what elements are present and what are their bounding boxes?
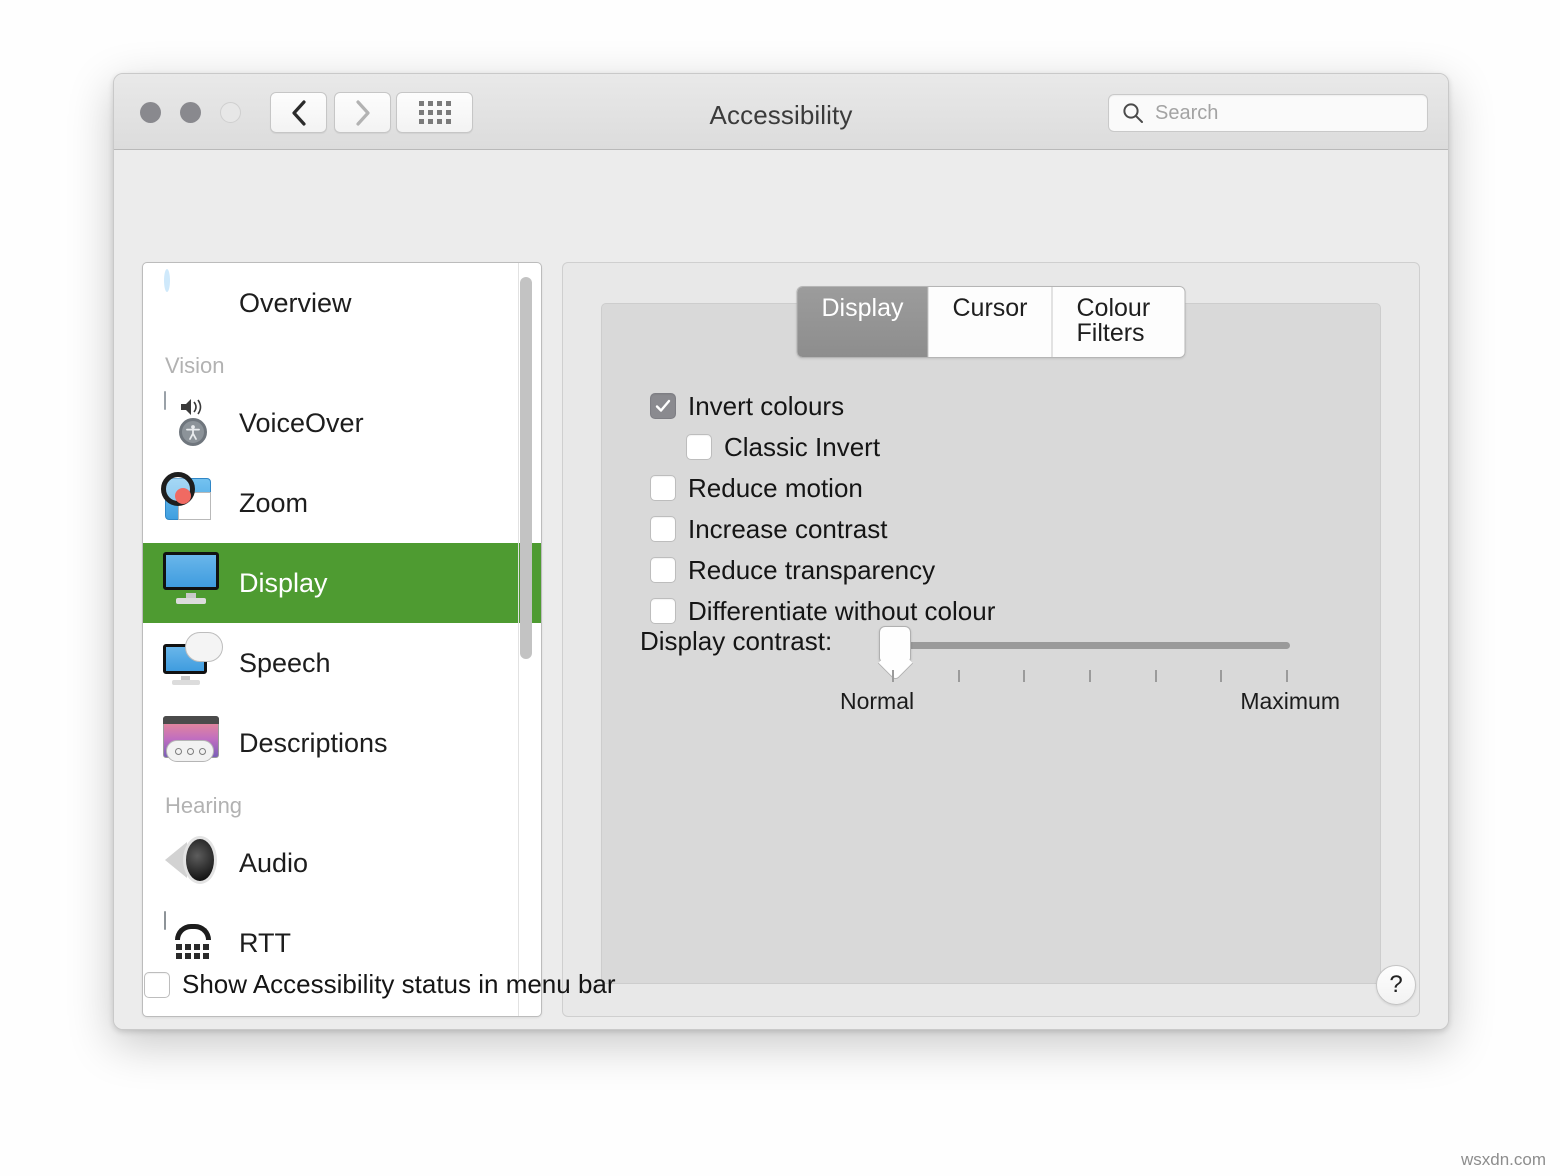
sidebar-group-hearing: Hearing — [143, 783, 541, 823]
sidebar-scrollbar-thumb[interactable] — [520, 277, 532, 659]
sidebar-item-descriptions[interactable]: Descriptions — [143, 703, 541, 783]
display-contrast-tick-marks — [892, 670, 1288, 682]
checkbox-row-reduce-motion[interactable]: Reduce motion — [650, 472, 995, 504]
checkbox-label: Invert colours — [688, 391, 844, 422]
checkbox-label: Differentiate without colour — [688, 596, 995, 627]
sidebar-list: Overview Vision — [143, 263, 541, 1016]
checkbox-label: Classic Invert — [724, 432, 880, 463]
classic-invert-checkbox[interactable] — [686, 434, 712, 460]
voiceover-icon — [161, 392, 223, 454]
sidebar-item-label: Speech — [239, 648, 331, 679]
increase-contrast-checkbox[interactable] — [650, 516, 676, 542]
tab-display[interactable]: Display — [798, 287, 929, 357]
window-body: Overview Vision — [114, 150, 1448, 1030]
sidebar-item-label: Display — [239, 568, 328, 599]
accessibility-sidebar: Overview Vision — [142, 262, 542, 1017]
slider-min-label: Normal — [840, 688, 914, 715]
sidebar-item-label: VoiceOver — [239, 408, 364, 439]
sidebar-scrollbar[interactable] — [519, 263, 535, 1016]
checkbox-label: Increase contrast — [688, 514, 887, 545]
reduce-transparency-checkbox[interactable] — [650, 557, 676, 583]
watermark: wsxdn.com — [1461, 1150, 1546, 1170]
reduce-motion-checkbox[interactable] — [650, 475, 676, 501]
checkbox-label: Reduce transparency — [688, 555, 935, 586]
sidebar-item-label: Descriptions — [239, 728, 388, 759]
differentiate-without-colour-checkbox[interactable] — [650, 598, 676, 624]
checkmark-icon — [654, 397, 672, 415]
sidebar-item-label: Overview — [239, 288, 352, 319]
display-monitor-icon — [161, 552, 223, 614]
slider-max-label: Maximum — [1240, 688, 1340, 715]
display-contrast-slider-track[interactable] — [890, 642, 1290, 649]
tab-cursor[interactable]: Cursor — [928, 287, 1052, 357]
window-footer: Show Accessibility status in menu bar ? — [114, 947, 1448, 1030]
descriptions-icon — [161, 712, 223, 774]
sidebar-item-speech[interactable]: Speech — [143, 623, 541, 703]
speech-bubble-icon — [161, 632, 223, 694]
display-contrast-label: Display contrast: — [640, 626, 832, 657]
help-button[interactable]: ? — [1376, 965, 1416, 1005]
invert-colours-checkbox[interactable] — [650, 393, 676, 419]
show-accessibility-status-checkbox[interactable] — [144, 972, 170, 998]
settings-tab-bar: Display Cursor Colour Filters — [797, 286, 1186, 358]
show-status-row[interactable]: Show Accessibility status in menu bar — [144, 969, 616, 1000]
help-icon: ? — [1389, 971, 1402, 999]
search-icon — [1121, 101, 1145, 125]
speaker-icon — [161, 832, 223, 894]
sidebar-group-vision: Vision — [143, 343, 541, 383]
system-preferences-window: Accessibility Search — [113, 73, 1449, 1030]
display-contrast-slider-thumb[interactable] — [879, 626, 911, 662]
sidebar-item-zoom[interactable]: Zoom — [143, 463, 541, 543]
sidebar-item-label: Audio — [239, 848, 308, 879]
checkbox-row-classic-invert[interactable]: Classic Invert — [686, 431, 995, 463]
search-placeholder: Search — [1155, 102, 1218, 125]
checkbox-row-differentiate-without-colour[interactable]: Differentiate without colour — [650, 595, 995, 627]
screen: Accessibility Search — [0, 0, 1560, 1176]
show-status-label: Show Accessibility status in menu bar — [182, 969, 616, 1000]
tab-colour-filters[interactable]: Colour Filters — [1053, 287, 1185, 357]
display-checkbox-list: Invert colours Classic Invert Reduce mot… — [650, 390, 995, 636]
sidebar-item-voiceover[interactable]: VoiceOver — [143, 383, 541, 463]
search-field[interactable]: Search — [1108, 94, 1428, 132]
sidebar-item-audio[interactable]: Audio — [143, 823, 541, 903]
display-settings-panel: Display Cursor Colour Filters Invert col… — [562, 262, 1420, 1017]
accessibility-overview-icon — [161, 272, 223, 334]
sidebar-item-label: Zoom — [239, 488, 308, 519]
sidebar-item-display[interactable]: Display — [143, 543, 541, 623]
display-settings-box: Display Cursor Colour Filters Invert col… — [601, 303, 1381, 984]
checkbox-row-invert-colours[interactable]: Invert colours — [650, 390, 995, 422]
checkbox-row-reduce-transparency[interactable]: Reduce transparency — [650, 554, 995, 586]
sidebar-item-overview[interactable]: Overview — [143, 263, 541, 343]
window-titlebar: Accessibility Search — [114, 74, 1448, 150]
checkbox-label: Reduce motion — [688, 473, 863, 504]
checkbox-row-increase-contrast[interactable]: Increase contrast — [650, 513, 995, 545]
zoom-magnifier-icon — [161, 472, 223, 534]
